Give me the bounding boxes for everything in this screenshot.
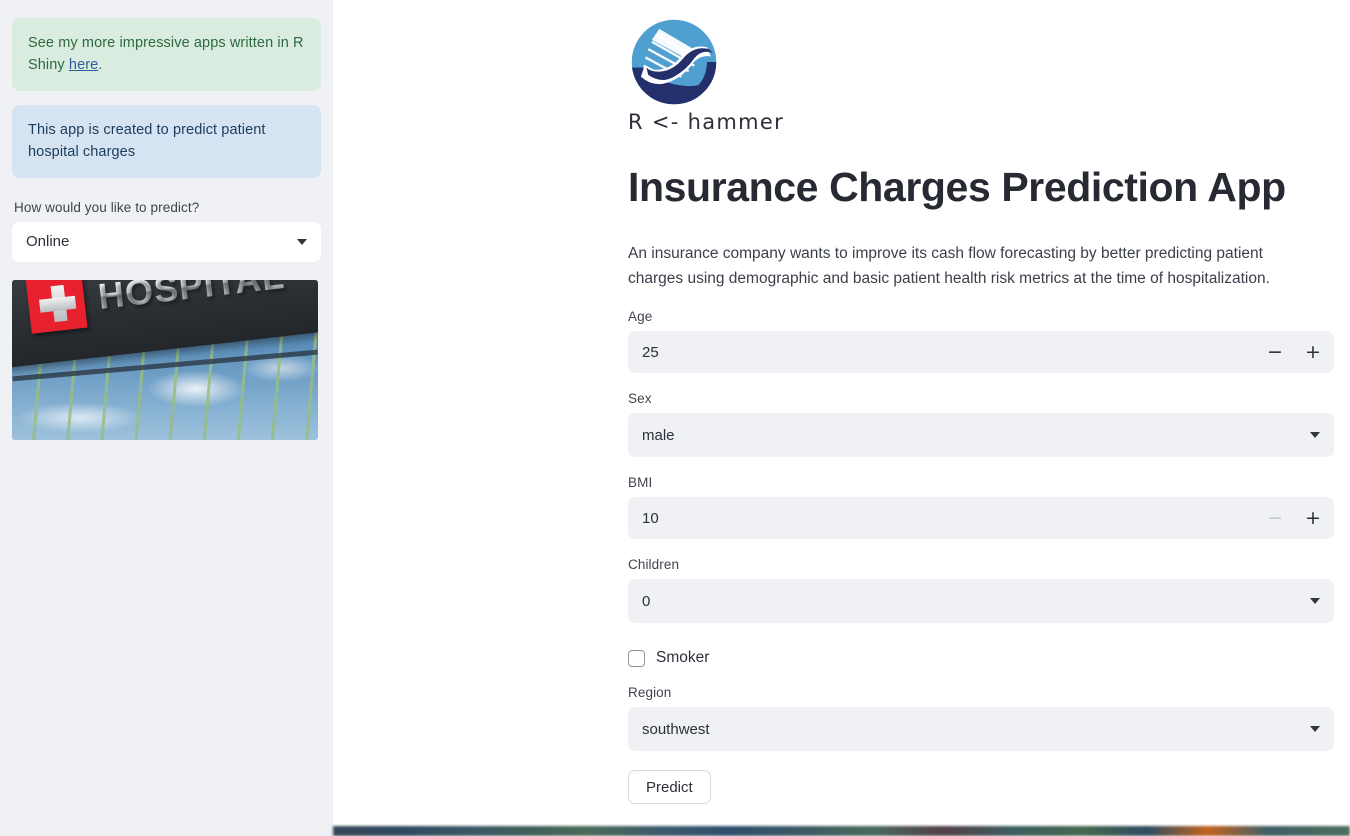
field-children: Children 0 [628, 557, 1334, 624]
children-label: Children [628, 557, 680, 573]
page-description: An insurance company wants to improve it… [628, 245, 1270, 288]
main-content: R <- hammer Insurance Charges Prediction… [333, 0, 1350, 836]
hospital-sign-text: HOSPITAL [96, 280, 287, 318]
sex-value: male [642, 426, 675, 444]
success-alert: See my more impressive apps written in R… [12, 18, 321, 91]
info-alert: This app is created to predict patient h… [12, 104, 321, 178]
smoker-checkbox[interactable] [628, 649, 645, 667]
age-label: Age [628, 309, 653, 325]
age-stepper: − + [1262, 331, 1326, 373]
region-select[interactable]: southwest [628, 707, 1334, 752]
logo-wordmark: R <- hammer [628, 110, 785, 134]
region-value: southwest [642, 720, 710, 738]
shiny-apps-link[interactable]: here [69, 57, 98, 73]
bottom-decorative-image [333, 826, 1350, 836]
page-title: Insurance Charges Prediction App [628, 164, 1286, 210]
age-increment-button[interactable]: + [1300, 339, 1326, 365]
field-sex: Sex male [628, 391, 1334, 458]
smoker-label: Smoker [656, 649, 710, 667]
sex-select[interactable]: male [628, 413, 1334, 458]
field-age: Age 25 − + [628, 309, 1334, 374]
chevron-down-icon [1310, 598, 1320, 605]
age-decrement-button[interactable]: − [1262, 339, 1288, 365]
hospital-image: HOSPITAL [12, 279, 318, 440]
info-alert-text: This app is created to predict patient h… [28, 121, 266, 161]
age-value: 25 [642, 343, 659, 361]
cross-horizontal-bar [38, 295, 77, 313]
sex-label: Sex [628, 391, 652, 407]
success-alert-text-after: . [98, 57, 103, 74]
chevron-down-icon [1310, 726, 1320, 733]
red-cross-sign-icon [25, 279, 88, 334]
predict-button[interactable]: Predict [628, 770, 711, 805]
chevron-down-icon [297, 238, 307, 245]
field-region: Region southwest [628, 685, 1334, 752]
brand-logo: R <- hammer [628, 0, 1334, 134]
age-input-wrapper[interactable]: 25 − + [628, 331, 1334, 374]
sidebar: See my more impressive apps written in R… [0, 0, 333, 836]
field-smoker[interactable]: Smoker [628, 649, 1334, 667]
field-bmi: BMI 10 − + [628, 475, 1334, 540]
bmi-decrement-button: − [1267, 506, 1283, 529]
bmi-label: BMI [628, 475, 653, 491]
children-value: 0 [642, 592, 651, 610]
predict-mode-value: Online [26, 233, 70, 251]
bmi-increment-button[interactable]: + [1300, 505, 1326, 531]
chevron-down-icon [1310, 432, 1320, 439]
children-select[interactable]: 0 [628, 579, 1334, 624]
bmi-value: 10 [642, 509, 659, 527]
app-root: See my more impressive apps written in R… [0, 0, 1350, 836]
r-hammer-logo-icon [631, 19, 717, 105]
bmi-input-wrapper[interactable]: 10 − + [628, 497, 1334, 540]
region-label: Region [628, 685, 672, 701]
predict-mode-label: How would you like to predict? [14, 199, 200, 215]
bmi-stepper: − + [1262, 497, 1326, 539]
predict-mode-select[interactable]: Online [12, 221, 321, 262]
